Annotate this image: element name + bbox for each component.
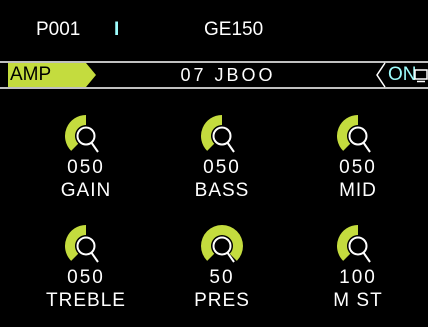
knob-mid[interactable]: 050 MID: [308, 112, 408, 212]
screen-icon: [414, 69, 428, 83]
master-value: 100: [339, 267, 377, 288]
treble-label: TREBLE: [46, 290, 126, 311]
knob-pointer-tail: [90, 141, 99, 153]
knob-pres[interactable]: 50 PRES: [172, 222, 272, 322]
knob-pointer-tail: [226, 141, 235, 153]
pres-label: PRES: [194, 290, 250, 311]
gain-label: GAIN: [60, 180, 112, 201]
amp-edit-screen: P001 I GE150 AMP 07 JBOO ON 050 GAIN 050…: [0, 0, 428, 327]
knob-pointer-tail: [362, 251, 371, 263]
knob-pointer-tail: [90, 251, 99, 263]
module-bar: AMP 07 JBOO ON: [0, 60, 428, 90]
knob-gain[interactable]: 050 GAIN: [36, 112, 136, 212]
bass-label: BASS: [194, 180, 250, 201]
mid-label: MID: [339, 180, 377, 201]
bass-value: 050: [203, 157, 241, 178]
knob-bass[interactable]: 050 BASS: [172, 112, 272, 212]
knob-pointer-tail: [362, 141, 371, 153]
knob-treble[interactable]: 050 TREBLE: [36, 222, 136, 322]
pres-value: 50: [209, 267, 235, 288]
gain-value: 050: [67, 157, 105, 178]
device-name: GE150: [204, 19, 264, 40]
preset-number: P001: [36, 19, 81, 40]
amp-model-name[interactable]: 07 JBOO: [110, 63, 346, 87]
master-label: M ST: [333, 290, 383, 311]
treble-value: 050: [67, 267, 105, 288]
header-divider: I: [114, 19, 120, 40]
knob-master[interactable]: 100 M ST: [308, 222, 408, 322]
module-tab-amp[interactable]: AMP: [8, 63, 94, 87]
module-status-on[interactable]: ON: [388, 63, 417, 87]
mid-value: 050: [339, 157, 377, 178]
